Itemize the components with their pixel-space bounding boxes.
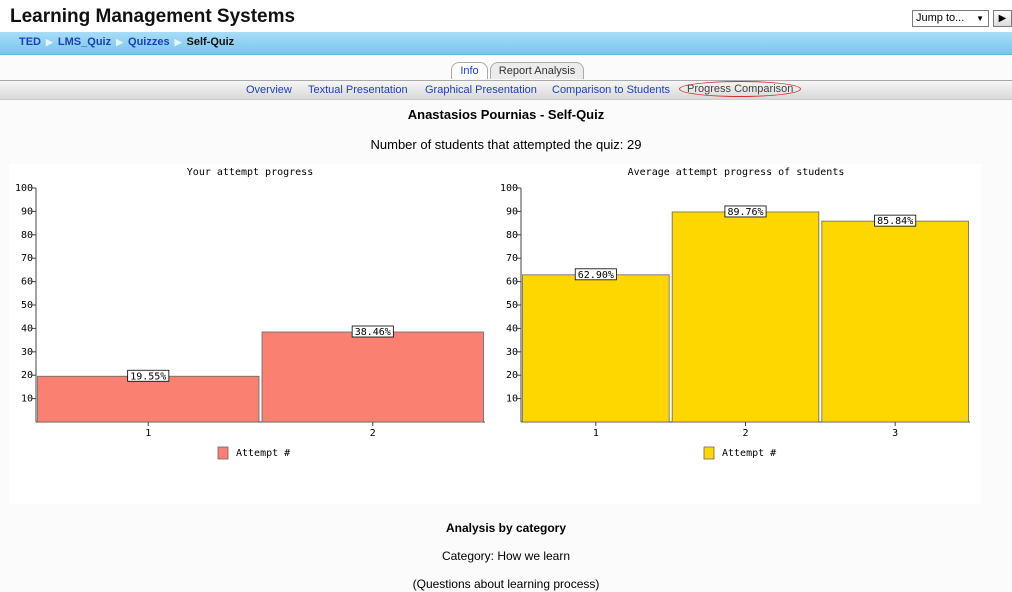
chart-panel: Your attempt progress 10 20 30 40 50 60 70 80 90 1… bbox=[9, 164, 981, 504]
subtab-graphical-presentation[interactable]: Graphical Presentation bbox=[425, 84, 537, 96]
tab-info[interactable]: Info bbox=[451, 62, 488, 79]
y-tick-label: 40 bbox=[21, 323, 33, 334]
attempts-count: Number of students that attempted the qu… bbox=[370, 137, 642, 152]
tab-report-analysis[interactable]: Report Analysis bbox=[490, 62, 584, 79]
page-title: Anastasios Pournias - Self-Quiz bbox=[407, 107, 605, 122]
y-tick-label: 60 bbox=[506, 277, 518, 288]
chart-title: Average attempt progress of students bbox=[628, 167, 845, 178]
data-label: 62.90% bbox=[578, 270, 614, 281]
bar bbox=[37, 375, 260, 423]
breadcrumb: TED ▶ LMS_Quiz ▶ Quizzes ▶ Self-Quiz bbox=[19, 36, 234, 48]
y-tick-label: 100 bbox=[15, 183, 33, 194]
x-tick-label: 2 bbox=[742, 428, 748, 439]
chevron-down-icon: ▼ bbox=[976, 14, 984, 23]
y-tick-label: 50 bbox=[506, 300, 518, 311]
y-tick-label: 30 bbox=[21, 347, 33, 358]
breadcrumb-separator-icon: ▶ bbox=[116, 37, 124, 47]
charts-svg: Your attempt progress 10 20 30 40 50 60 70 80 90 1… bbox=[15, 167, 970, 460]
header: Learning Management Systems Jump to... ▼… bbox=[0, 0, 1012, 32]
x-tick-label: 1 bbox=[145, 428, 151, 439]
y-tick-label: 70 bbox=[506, 253, 518, 264]
breadcrumb-link-quizzes[interactable]: Quizzes bbox=[128, 36, 170, 48]
x-tick-label: 2 bbox=[370, 428, 376, 439]
data-label: 85.84% bbox=[877, 216, 913, 227]
y-tick-label: 50 bbox=[21, 300, 33, 311]
data-label: 89.76% bbox=[727, 207, 763, 218]
play-icon: ▶ bbox=[998, 13, 1007, 24]
y-tick-label: 80 bbox=[21, 230, 33, 241]
category-name: Category: How we learn bbox=[441, 549, 571, 563]
legend-swatch bbox=[703, 446, 715, 460]
y-tick-label: 10 bbox=[506, 394, 518, 405]
y-tick-label: 90 bbox=[506, 206, 518, 217]
y-tick-label: 70 bbox=[21, 253, 33, 264]
jump-to-label: Jump to... bbox=[916, 12, 965, 24]
breadcrumb-link-lms-quiz[interactable]: LMS_Quiz bbox=[58, 36, 111, 48]
bar bbox=[821, 220, 969, 423]
y-tick-label: 30 bbox=[506, 347, 518, 358]
y-tick-label: 20 bbox=[21, 370, 33, 381]
subtab-textual-presentation[interactable]: Textual Presentation bbox=[308, 84, 408, 96]
breadcrumb-separator-icon: ▶ bbox=[46, 37, 53, 47]
legend-label: Attempt # bbox=[236, 448, 290, 459]
jump-to-select[interactable]: Jump to... ▼ bbox=[912, 10, 989, 27]
subtab-bar: Overview Textual Presentation Graphical … bbox=[0, 80, 1012, 100]
breadcrumb-link-ted[interactable]: TED bbox=[19, 36, 41, 48]
bar bbox=[671, 211, 820, 423]
bar bbox=[522, 274, 670, 423]
tab-bar: Info Report Analysis bbox=[0, 62, 1012, 80]
legend-label: Attempt # bbox=[722, 448, 776, 459]
chart-title: Your attempt progress bbox=[187, 167, 313, 178]
subtab-progress-comparison[interactable]: Progress Comparison bbox=[679, 81, 802, 97]
navbar: TED ▶ LMS_Quiz ▶ Quizzes ▶ Self-Quiz bbox=[0, 32, 1012, 55]
x-tick-label: 3 bbox=[892, 428, 898, 439]
y-tick-label: 90 bbox=[21, 206, 33, 217]
data-label: 38.46% bbox=[355, 327, 391, 338]
y-tick-label: 10 bbox=[21, 394, 33, 405]
category-description: (Questions about learning process) bbox=[412, 577, 600, 591]
jump-go-button[interactable]: ▶ bbox=[993, 10, 1012, 27]
y-tick-label: 40 bbox=[506, 323, 518, 334]
y-tick-label: 80 bbox=[506, 230, 518, 241]
bar bbox=[261, 331, 484, 423]
breadcrumb-separator-icon: ▶ bbox=[174, 37, 182, 47]
analysis-heading: Analysis by category bbox=[445, 521, 567, 535]
y-tick-label: 100 bbox=[500, 183, 518, 194]
site-title: Learning Management Systems bbox=[10, 6, 296, 27]
y-tick-label: 20 bbox=[506, 370, 518, 381]
subtab-comparison-to-students[interactable]: Comparison to Students bbox=[552, 84, 670, 96]
subtab-overview[interactable]: Overview bbox=[246, 84, 292, 96]
legend-swatch bbox=[217, 446, 229, 460]
breadcrumb-current: Self-Quiz bbox=[186, 36, 235, 48]
x-tick-label: 1 bbox=[593, 428, 599, 439]
y-tick-label: 60 bbox=[21, 277, 33, 288]
data-label: 19.55% bbox=[130, 371, 166, 382]
